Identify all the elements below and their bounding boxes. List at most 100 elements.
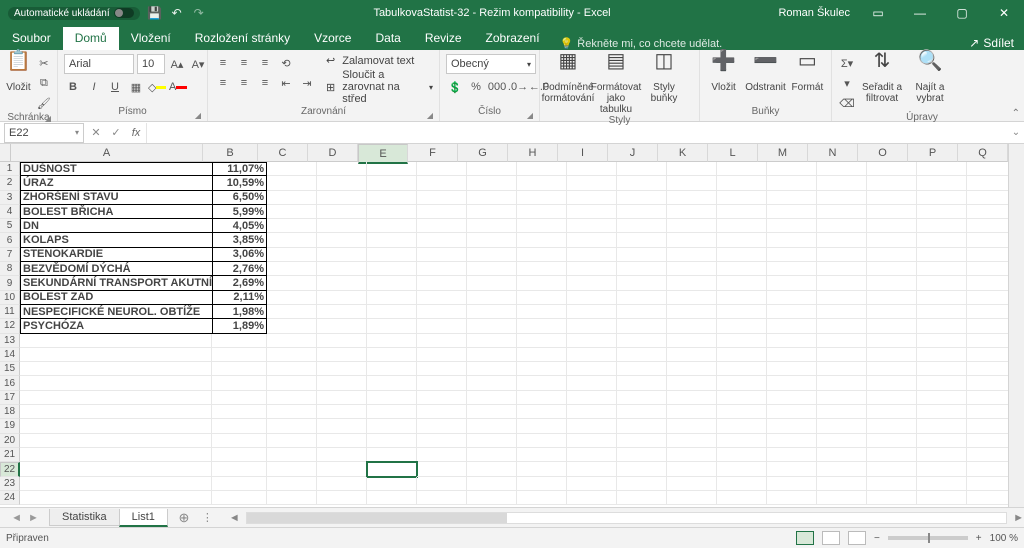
cell-G16[interactable]	[467, 376, 517, 390]
cell-O3[interactable]	[867, 191, 917, 205]
redo-icon[interactable]: ↷	[192, 6, 206, 20]
cell-I18[interactable]	[567, 405, 617, 419]
cell-I2[interactable]	[567, 176, 617, 190]
cell-H2[interactable]	[517, 176, 567, 190]
cell-D1[interactable]	[317, 162, 367, 176]
cell-G3[interactable]	[467, 191, 517, 205]
cell-C7[interactable]	[267, 248, 317, 262]
cell-P19[interactable]	[917, 419, 967, 433]
cell-B10[interactable]: 2,11%	[212, 291, 267, 305]
row-header-17[interactable]: 17	[0, 391, 20, 405]
undo-icon[interactable]: ↶	[170, 6, 184, 20]
cell-P10[interactable]	[917, 291, 967, 305]
minimize-button[interactable]: ―	[906, 0, 934, 26]
cell-N16[interactable]	[817, 376, 867, 390]
cell-E6[interactable]	[367, 233, 417, 247]
cell-A16[interactable]	[20, 376, 212, 390]
cell-B16[interactable]	[212, 376, 267, 390]
cell-C24[interactable]	[267, 491, 317, 505]
select-all-button[interactable]	[0, 144, 11, 162]
tab-insert[interactable]: Vložení	[119, 27, 183, 50]
cell-J7[interactable]	[617, 248, 667, 262]
cell-K6[interactable]	[667, 233, 717, 247]
cell-M5[interactable]	[767, 219, 817, 233]
row-header-9[interactable]: 9	[0, 276, 20, 290]
cell-N24[interactable]	[817, 491, 867, 505]
autosave-toggle[interactable]: Automatické ukládání	[8, 7, 140, 20]
cell-E9[interactable]	[367, 276, 417, 290]
tab-formulas[interactable]: Vzorce	[302, 27, 363, 50]
cell-J20[interactable]	[617, 434, 667, 448]
cell-A12[interactable]: PSYCHÓZA	[20, 319, 212, 333]
cell-E3[interactable]	[367, 191, 417, 205]
cell-C18[interactable]	[267, 405, 317, 419]
cell-D4[interactable]	[317, 205, 367, 219]
cell-L23[interactable]	[717, 477, 767, 491]
cell-K24[interactable]	[667, 491, 717, 505]
cell-J3[interactable]	[617, 191, 667, 205]
cell-G13[interactable]	[467, 334, 517, 348]
cell-K19[interactable]	[667, 419, 717, 433]
cell-K13[interactable]	[667, 334, 717, 348]
cell-A14[interactable]	[20, 348, 212, 362]
cell-F23[interactable]	[417, 477, 467, 491]
cell-H17[interactable]	[517, 391, 567, 405]
view-break-icon[interactable]	[848, 531, 866, 545]
cell-M19[interactable]	[767, 419, 817, 433]
cell-P22[interactable]	[917, 462, 967, 476]
cell-A7[interactable]: STENOKARDIE	[20, 248, 212, 262]
row-header-19[interactable]: 19	[0, 419, 20, 433]
cell-O6[interactable]	[867, 233, 917, 247]
cell-C20[interactable]	[267, 434, 317, 448]
align-left-icon[interactable]: ≡	[214, 74, 232, 92]
sheet-tab-statistika[interactable]: Statistika	[49, 509, 120, 526]
cell-F22[interactable]	[417, 462, 467, 476]
collapse-ribbon-icon[interactable]: ⌃	[1012, 108, 1020, 119]
cell-B19[interactable]	[212, 419, 267, 433]
cell-O13[interactable]	[867, 334, 917, 348]
cell-K22[interactable]	[667, 462, 717, 476]
cell-H6[interactable]	[517, 233, 567, 247]
cell-D22[interactable]	[317, 462, 367, 476]
cell-A13[interactable]	[20, 334, 212, 348]
align-center-icon[interactable]: ≡	[235, 74, 253, 92]
cell-J9[interactable]	[617, 276, 667, 290]
cell-H16[interactable]	[517, 376, 567, 390]
row-header-21[interactable]: 21	[0, 448, 20, 462]
zoom-out-button[interactable]: −	[874, 533, 880, 544]
cell-F15[interactable]	[417, 362, 467, 376]
cell-D18[interactable]	[317, 405, 367, 419]
cell-D15[interactable]	[317, 362, 367, 376]
tab-layout[interactable]: Rozložení stránky	[183, 27, 302, 50]
cell-P20[interactable]	[917, 434, 967, 448]
cancel-formula-icon[interactable]: ✕	[86, 126, 106, 139]
tab-view[interactable]: Zobrazení	[474, 27, 552, 50]
cell-D13[interactable]	[317, 334, 367, 348]
cell-L18[interactable]	[717, 405, 767, 419]
cell-F7[interactable]	[417, 248, 467, 262]
row-header-7[interactable]: 7	[0, 248, 20, 262]
cell-F4[interactable]	[417, 205, 467, 219]
cell-A24[interactable]	[20, 491, 212, 505]
cell-C2[interactable]	[267, 176, 317, 190]
indent-inc-icon[interactable]: ⇥	[298, 74, 316, 92]
cell-E7[interactable]	[367, 248, 417, 262]
cell-E2[interactable]	[367, 176, 417, 190]
cell-A10[interactable]: BOLEST ZAD	[20, 291, 212, 305]
cell-G11[interactable]	[467, 305, 517, 319]
column-header-E[interactable]: E	[358, 144, 408, 164]
cell-N18[interactable]	[817, 405, 867, 419]
cell-A2[interactable]: ÚRAZ	[20, 176, 212, 190]
cell-O11[interactable]	[867, 305, 917, 319]
cell-M12[interactable]	[767, 319, 817, 333]
cell-Q15[interactable]	[967, 362, 1008, 376]
cell-C9[interactable]	[267, 276, 317, 290]
cell-P14[interactable]	[917, 348, 967, 362]
column-header-L[interactable]: L	[708, 144, 758, 162]
cell-B13[interactable]	[212, 334, 267, 348]
cell-P11[interactable]	[917, 305, 967, 319]
cell-L6[interactable]	[717, 233, 767, 247]
cell-M11[interactable]	[767, 305, 817, 319]
cell-M9[interactable]	[767, 276, 817, 290]
cell-H3[interactable]	[517, 191, 567, 205]
